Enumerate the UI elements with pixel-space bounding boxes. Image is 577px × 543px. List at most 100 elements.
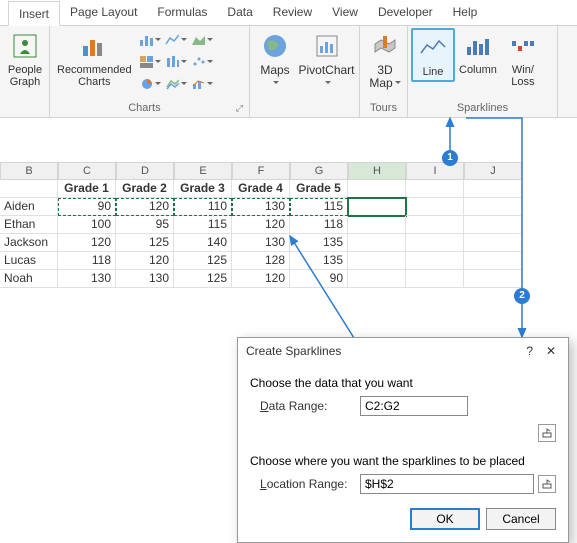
charts-dialog-launcher[interactable]: ⤢	[236, 103, 246, 114]
tab-page-layout[interactable]: Page Layout	[60, 0, 147, 25]
cell[interactable]	[348, 198, 406, 216]
col-header-B[interactable]: B	[0, 162, 58, 180]
cell[interactable]: 100	[58, 216, 116, 234]
recommended-charts-button[interactable]: Recommended Charts	[53, 28, 136, 90]
cell[interactable]: 90	[58, 198, 116, 216]
cell[interactable]	[406, 270, 464, 288]
close-button[interactable]: ✕	[542, 344, 560, 358]
tab-view[interactable]: View	[322, 0, 368, 25]
cell[interactable]: Grade 3	[174, 180, 232, 198]
tab-data[interactable]: Data	[217, 0, 262, 25]
cell[interactable]: Noah	[0, 270, 58, 288]
cell[interactable]: 135	[290, 234, 348, 252]
cell[interactable]	[0, 180, 58, 198]
3d-map-button[interactable]: 3D Map	[363, 28, 407, 92]
chart-bar-icon[interactable]	[138, 30, 162, 50]
location-range-input[interactable]	[361, 477, 533, 491]
people-graph-button[interactable]: People Graph	[3, 28, 47, 90]
cell[interactable]: 130	[232, 234, 290, 252]
tab-help[interactable]: Help	[443, 0, 488, 25]
col-header-E[interactable]: E	[174, 162, 232, 180]
cell[interactable]	[464, 216, 522, 234]
cell[interactable]: Grade 1	[58, 180, 116, 198]
tab-insert[interactable]: Insert	[8, 1, 60, 26]
cell[interactable]	[464, 234, 522, 252]
cell[interactable]: Grade 2	[116, 180, 174, 198]
col-header-F[interactable]: F	[232, 162, 290, 180]
cell[interactable]	[348, 180, 406, 198]
sparkline-winloss-button[interactable]: Win/ Loss	[501, 28, 545, 90]
sparkline-column-button[interactable]: Column	[455, 28, 501, 78]
cell[interactable]: 125	[174, 252, 232, 270]
cell[interactable]	[406, 252, 464, 270]
cell[interactable]: 130	[232, 198, 290, 216]
cell[interactable]: Jackson	[0, 234, 58, 252]
cell[interactable]: Lucas	[0, 252, 58, 270]
col-header-I[interactable]: I	[406, 162, 464, 180]
sparkline-line-button[interactable]: Line	[411, 28, 455, 82]
cell[interactable]	[348, 216, 406, 234]
cancel-button[interactable]: Cancel	[486, 508, 556, 530]
chart-combo-icon[interactable]	[190, 74, 214, 94]
cell[interactable]	[406, 234, 464, 252]
cell[interactable]: 95	[116, 216, 174, 234]
cell[interactable]	[406, 180, 464, 198]
cell[interactable]: 90	[290, 270, 348, 288]
chart-pie-icon[interactable]	[138, 74, 162, 94]
cell[interactable]: 140	[174, 234, 232, 252]
cell[interactable]	[464, 252, 522, 270]
cell[interactable]	[464, 270, 522, 288]
cell[interactable]: 115	[290, 198, 348, 216]
tab-formulas[interactable]: Formulas	[147, 0, 217, 25]
data-range-ref-button[interactable]	[538, 424, 556, 442]
cell[interactable]: 120	[232, 270, 290, 288]
cell[interactable]	[406, 198, 464, 216]
chart-line-icon[interactable]	[164, 30, 188, 50]
pivotchart-button[interactable]: PivotChart	[297, 28, 356, 92]
cell[interactable]: 120	[58, 234, 116, 252]
help-button[interactable]: ?	[521, 344, 539, 358]
cell[interactable]: 135	[290, 252, 348, 270]
cell[interactable]	[406, 216, 464, 234]
col-header-D[interactable]: D	[116, 162, 174, 180]
col-header-G[interactable]: G	[290, 162, 348, 180]
cell[interactable]	[464, 198, 522, 216]
cell[interactable]	[348, 252, 406, 270]
location-range-ref-button[interactable]	[538, 475, 556, 493]
col-header-J[interactable]: J	[464, 162, 522, 180]
chart-area-icon[interactable]	[190, 30, 214, 50]
cell[interactable]: 115	[174, 216, 232, 234]
pivotchart-label: PivotChart	[298, 63, 354, 77]
cell[interactable]	[348, 234, 406, 252]
cell[interactable]: 118	[290, 216, 348, 234]
cell[interactable]: 130	[116, 270, 174, 288]
chart-stat-icon[interactable]	[164, 52, 188, 72]
3d-map-icon	[369, 30, 401, 62]
tab-developer[interactable]: Developer	[368, 0, 443, 25]
cell[interactable]: Grade 5	[290, 180, 348, 198]
cell[interactable]: Ethan	[0, 216, 58, 234]
chart-hier-icon[interactable]	[138, 52, 162, 72]
cell[interactable]: 125	[116, 234, 174, 252]
col-header-H[interactable]: H	[348, 162, 406, 180]
cell[interactable]: 118	[58, 252, 116, 270]
chart-surface-icon[interactable]	[164, 74, 188, 94]
cell[interactable]: 120	[232, 216, 290, 234]
cell[interactable]: 125	[174, 270, 232, 288]
ok-button[interactable]: OK	[410, 508, 480, 530]
maps-button[interactable]: Maps	[253, 28, 297, 92]
cell[interactable]	[348, 270, 406, 288]
cell[interactable]: Grade 4	[232, 180, 290, 198]
cell[interactable]: 110	[174, 198, 232, 216]
cell[interactable]: 120	[116, 252, 174, 270]
tab-review[interactable]: Review	[263, 0, 322, 25]
cell[interactable]: Aiden	[0, 198, 58, 216]
col-header-C[interactable]: C	[58, 162, 116, 180]
cell[interactable]: 120	[116, 198, 174, 216]
data-range-input[interactable]	[361, 399, 467, 413]
chart-scatter-icon[interactable]	[190, 52, 214, 72]
create-sparklines-dialog: Create Sparklines ? ✕ Choose the data th…	[237, 337, 569, 543]
cell[interactable]	[464, 180, 522, 198]
cell[interactable]: 130	[58, 270, 116, 288]
cell[interactable]: 128	[232, 252, 290, 270]
